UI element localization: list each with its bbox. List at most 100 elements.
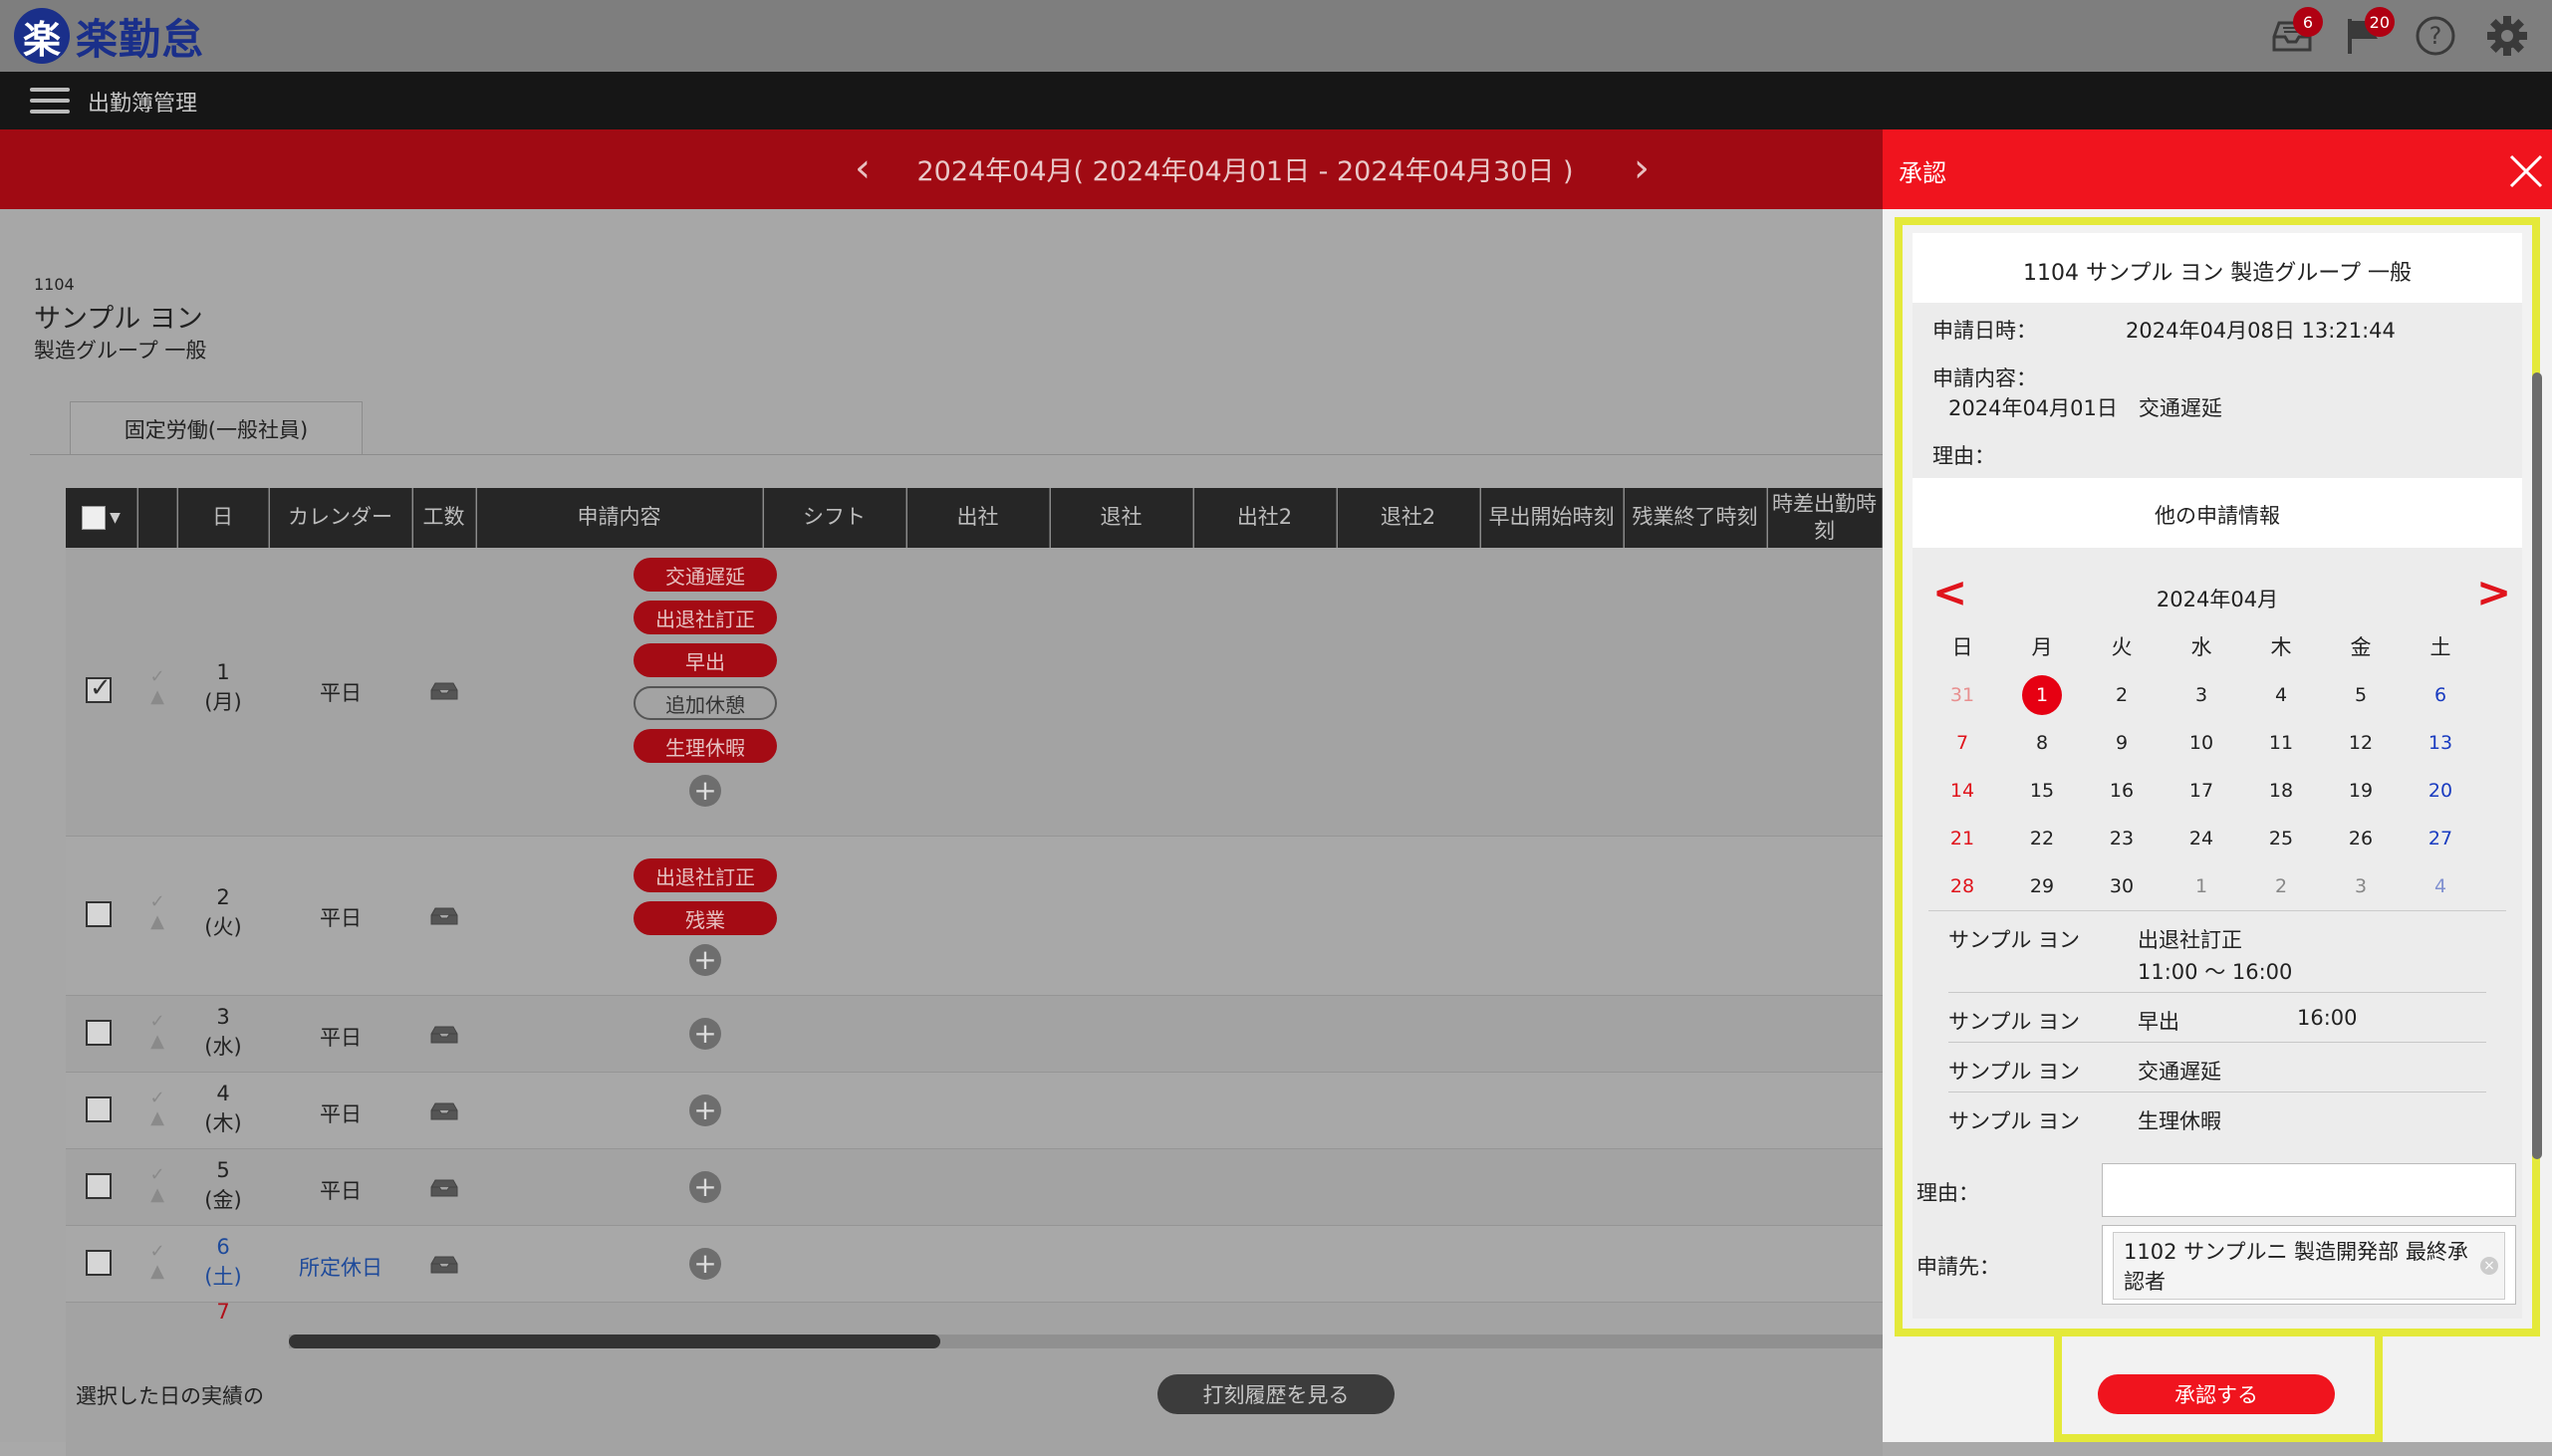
calendar-cell: 平日 (320, 1102, 362, 1126)
panel-scrollbar[interactable] (2532, 372, 2542, 1159)
row-checkbox[interactable] (86, 1173, 112, 1199)
status-icons: ✓ ▲ (145, 667, 169, 707)
selected-days-text: 選択した日の実績の (76, 1384, 264, 1408)
col-header-overtime-end: 残業終了時刻 (1624, 488, 1767, 548)
tray-icon[interactable] (429, 1255, 459, 1275)
table-row: ✓ ▲ 6 (土) 所定休日 + (66, 1226, 1883, 1303)
chevron-down-icon[interactable]: ▼ (110, 509, 121, 527)
destination-label: 申請先： (1916, 1255, 2000, 1279)
row-checkbox[interactable] (86, 1020, 112, 1046)
warning-icon: ▲ (150, 911, 164, 932)
col-header-calendar: カレンダー (269, 488, 412, 548)
table-row: ✓ ▲ 4 (木) 平日 + (66, 1073, 1883, 1149)
inbox-icon[interactable]: 6 (2267, 7, 2323, 61)
attendance-table: ▼ 日 カレンダー 工数 申請内容 シフト 出社 退社 出社2 退社2 早出開始… (66, 488, 1883, 1456)
tab-fixed-labor[interactable]: 固定労働(一般社員) (70, 401, 363, 455)
inbox-badge: 6 (2293, 7, 2323, 37)
day-cell: 1 (月) (204, 660, 242, 714)
calendar-cell: 平日 (320, 906, 362, 930)
employee-name: サンプル ヨン (34, 304, 203, 335)
tray-icon[interactable] (429, 1178, 459, 1198)
warning-icon: ▲ (150, 1184, 164, 1205)
day-cell: 3 (水) (204, 1005, 242, 1059)
employee-dept: 製造グループ 一般 (34, 339, 207, 363)
gear-icon[interactable] (2482, 11, 2532, 61)
day-cell: 6 (土) (204, 1235, 242, 1289)
view-punch-history-button[interactable]: 打刻履歴を見る (1157, 1374, 1395, 1414)
col-header-clock-in: 出社 (906, 488, 1050, 548)
header-icons: 6 20 ? (2267, 7, 2532, 64)
table-row: ✓ ▲ 3 (水) 平日 + (66, 996, 1883, 1073)
table-header: ▼ 日 カレンダー 工数 申請内容 シフト 出社 退社 出社2 退社2 早出開始… (66, 488, 1883, 548)
add-request-icon[interactable]: + (689, 1094, 721, 1126)
status-icons: ✓ ▲ (145, 1165, 169, 1205)
day-cell: 4 (木) (204, 1082, 242, 1135)
close-icon[interactable] (2506, 151, 2546, 191)
calendar-cell: 平日 (320, 1026, 362, 1050)
select-all-checkbox[interactable] (82, 506, 107, 530)
menu-bar: 出勤簿管理 (0, 72, 2552, 129)
next-month-button[interactable]: › (1622, 145, 1661, 191)
top-header: 楽 楽勤怠 6 20 ? (0, 0, 2552, 72)
destination-value: 1102 サンプルニ 製造開発部 最終承認者 (2124, 1240, 2468, 1294)
employee-id: 1104 (34, 275, 75, 294)
check-icon: ✓ (149, 1164, 165, 1185)
col-header-manhours: 工数 (412, 488, 476, 548)
col-header-early-start: 早出開始時刻 (1480, 488, 1624, 548)
add-request-icon[interactable]: + (689, 775, 721, 807)
request-pill[interactable]: 追加休憩 (634, 686, 777, 720)
check-icon: ✓ (149, 1241, 165, 1262)
status-icons: ✓ ▲ (145, 892, 169, 932)
row-checkbox[interactable] (86, 1096, 112, 1122)
month-navigation: ‹ 2024年04月( 2024年04月01日 - 2024年04月30日 ) … (0, 129, 1883, 209)
destination-select[interactable]: 1102 サンプルニ 製造開発部 最終承認者 × (2102, 1225, 2516, 1305)
col-header-clock-out: 退社 (1050, 488, 1193, 548)
tray-icon[interactable] (429, 1025, 459, 1045)
row-checkbox[interactable] (86, 673, 112, 703)
remove-destination-icon[interactable]: × (2480, 1257, 2498, 1275)
reason-input[interactable] (2102, 1163, 2516, 1217)
table-row: ✓ ▲ 5 (金) 平日 + (66, 1149, 1883, 1226)
col-header-clock-in2: 出社2 (1193, 488, 1337, 548)
tray-icon[interactable] (429, 1101, 459, 1121)
row-checkbox[interactable] (86, 901, 112, 927)
add-request-icon[interactable]: + (689, 1248, 721, 1280)
approval-panel-header: 承認 (1883, 129, 2552, 209)
request-pill[interactable]: 出退社訂正 (634, 858, 777, 892)
request-pill[interactable]: 出退社訂正 (634, 601, 777, 634)
flag-icon[interactable]: 20 (2339, 7, 2395, 61)
status-col-header (137, 488, 177, 548)
row-checkbox[interactable] (86, 1250, 112, 1276)
warning-icon: ▲ (150, 686, 164, 707)
day-cell: 5 (金) (204, 1158, 242, 1212)
table-row: ✓ ▲ 2 (火) 平日 出退社訂正 残業 + (66, 837, 1883, 996)
help-icon[interactable]: ? (2411, 11, 2460, 61)
status-icons: ✓ ▲ (145, 1242, 169, 1282)
add-request-icon[interactable]: + (689, 1018, 721, 1050)
menu-title: 出勤簿管理 (88, 92, 198, 117)
tab-divider (30, 454, 1883, 455)
calendar-cell: 所定休日 (299, 1256, 383, 1280)
select-all-header[interactable]: ▼ (66, 488, 137, 548)
approval-panel-title: 承認 (1899, 159, 1946, 187)
prev-month-button[interactable]: ‹ (843, 145, 883, 191)
horizontal-scrollbar-thumb[interactable] (289, 1335, 940, 1348)
month-label: 2024年04月( 2024年04月01日 - 2024年04月30日 ) (916, 156, 1574, 187)
check-icon: ✓ (149, 1011, 165, 1032)
add-request-icon[interactable]: + (689, 944, 721, 976)
col-header-requests: 申請内容 (476, 488, 763, 548)
tray-icon[interactable] (429, 681, 459, 701)
col-header-day: 日 (177, 488, 269, 548)
request-pill[interactable]: 早出 (634, 643, 777, 677)
tray-icon[interactable] (429, 906, 459, 926)
day-cell: 7 (216, 1300, 230, 1324)
request-pill[interactable]: 残業 (634, 901, 777, 935)
hamburger-menu-icon[interactable] (30, 88, 70, 114)
app-logo[interactable]: 楽 楽勤怠 (14, 6, 204, 66)
request-pill[interactable]: 交通遅延 (634, 558, 777, 592)
col-header-clock-out2: 退社2 (1337, 488, 1480, 548)
calendar-cell: 平日 (320, 681, 362, 705)
add-request-icon[interactable]: + (689, 1171, 721, 1203)
approve-button[interactable]: 承認する (2098, 1374, 2335, 1414)
request-pill[interactable]: 生理休暇 (634, 729, 777, 763)
